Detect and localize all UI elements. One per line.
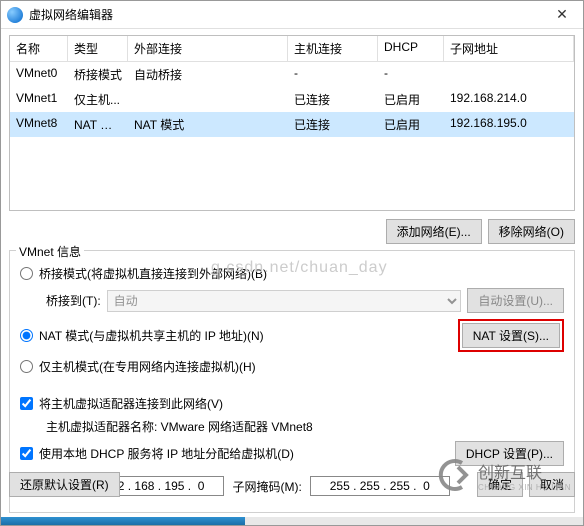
nat-radio-label: NAT 模式(与虚拟机共享主机的 IP 地址)(N)	[39, 327, 264, 344]
app-icon	[7, 7, 23, 23]
bridge-to-select: 自动	[107, 290, 462, 312]
dhcp-check[interactable]	[20, 447, 33, 460]
col-subnet[interactable]: 子网地址	[444, 36, 574, 61]
connect-adapter-label: 将主机虚拟适配器连接到此网络(V)	[39, 395, 223, 412]
table-cell: -	[288, 62, 378, 87]
bridge-to-label: 桥接到(T):	[46, 292, 101, 309]
nat-settings-button[interactable]: NAT 设置(S)...	[462, 323, 560, 348]
table-cell: 已连接	[288, 112, 378, 137]
table-row[interactable]: VMnet0桥接模式自动桥接--	[10, 62, 574, 87]
table-row[interactable]: VMnet1仅主机... 已连接已启用192.168.214.0	[10, 87, 574, 112]
col-host[interactable]: 主机连接	[288, 36, 378, 61]
table-cell: VMnet0	[10, 62, 68, 87]
table-cell: 已连接	[288, 87, 378, 112]
progress-bar	[1, 517, 583, 525]
ok-button[interactable]: 确定	[477, 472, 523, 497]
network-table[interactable]: 名称 类型 外部连接 主机连接 DHCP 子网地址 VMnet0桥接模式自动桥接…	[9, 35, 575, 211]
nat-radio[interactable]	[20, 329, 33, 342]
table-cell: 已启用	[378, 112, 444, 137]
table-cell: 仅主机...	[68, 87, 128, 112]
table-cell: 192.168.214.0	[444, 87, 574, 112]
bridge-radio-label: 桥接模式(将虚拟机直接连接到外部网络)(B)	[39, 265, 267, 282]
window-title: 虚拟网络编辑器	[29, 6, 547, 23]
col-name[interactable]: 名称	[10, 36, 68, 61]
table-row[interactable]: VMnet8NAT 模式NAT 模式已连接已启用192.168.195.0	[10, 112, 574, 137]
table-cell: 自动桥接	[128, 62, 288, 87]
dhcp-settings-button[interactable]: DHCP 设置(P)...	[455, 441, 564, 466]
bridge-radio[interactable]	[20, 267, 33, 280]
table-cell: 桥接模式	[68, 62, 128, 87]
adapter-name-label: 主机虚拟适配器名称: VMware 网络适配器 VMnet8	[46, 418, 564, 435]
hostonly-radio[interactable]	[20, 360, 33, 373]
table-cell: VMnet1	[10, 87, 68, 112]
table-cell	[128, 87, 288, 112]
table-cell: 192.168.195.0	[444, 112, 574, 137]
connect-adapter-check[interactable]	[20, 397, 33, 410]
table-cell: 已启用	[378, 87, 444, 112]
table-cell: NAT 模式	[128, 112, 288, 137]
col-ext[interactable]: 外部连接	[128, 36, 288, 61]
bridge-auto-button: 自动设置(U)...	[467, 288, 564, 313]
table-cell: -	[378, 62, 444, 87]
table-cell: NAT 模式	[68, 112, 128, 137]
hostonly-radio-label: 仅主机模式(在专用网络内连接虚拟机)(H)	[39, 358, 256, 375]
vmnet-info-legend: VMnet 信息	[16, 243, 84, 260]
dhcp-check-label: 使用本地 DHCP 服务将 IP 地址分配给虚拟机(D)	[39, 445, 294, 462]
col-dhcp[interactable]: DHCP	[378, 36, 444, 61]
remove-network-button[interactable]: 移除网络(O)	[488, 219, 575, 244]
cancel-button[interactable]: 取消	[529, 472, 575, 497]
close-icon[interactable]: ✕	[547, 6, 577, 23]
restore-defaults-button[interactable]: 还原默认设置(R)	[9, 472, 120, 497]
col-type[interactable]: 类型	[68, 36, 128, 61]
table-cell	[444, 62, 574, 87]
add-network-button[interactable]: 添加网络(E)...	[386, 219, 482, 244]
table-cell: VMnet8	[10, 112, 68, 137]
